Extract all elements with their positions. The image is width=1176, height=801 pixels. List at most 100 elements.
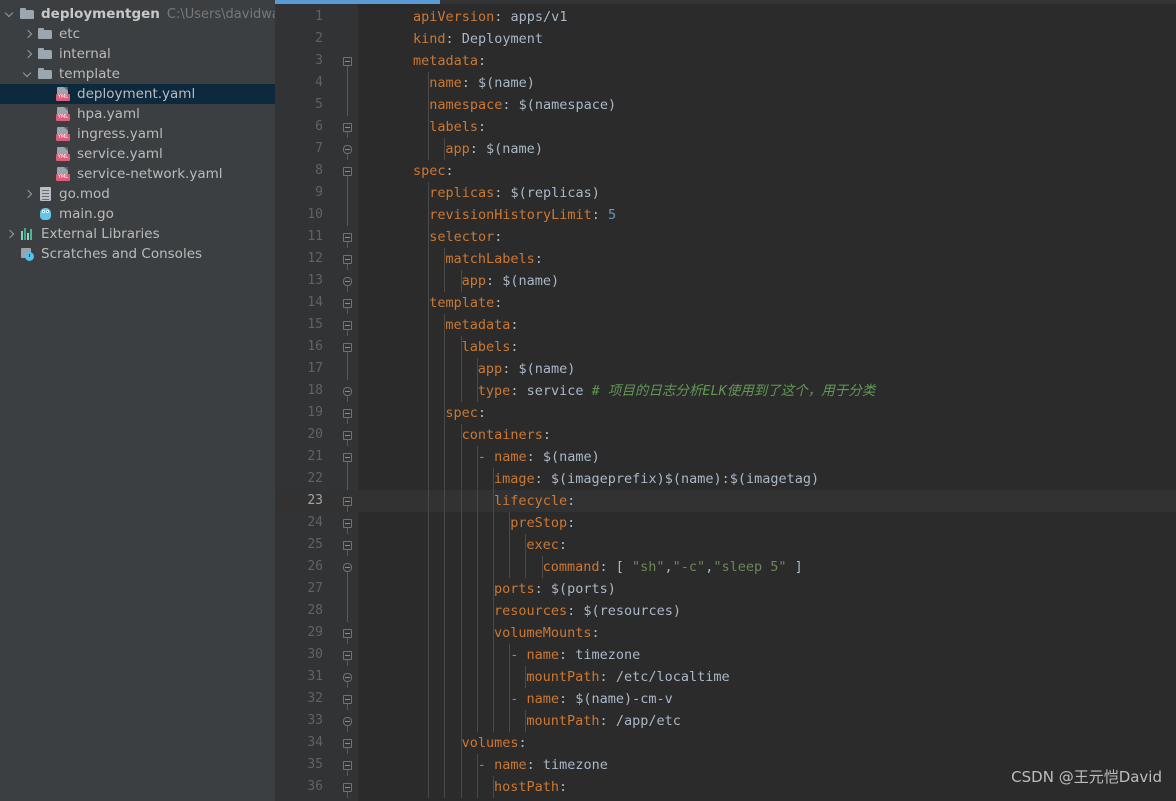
code-text[interactable]: mountPath: /app/etc bbox=[526, 710, 680, 732]
fold-toggle-icon[interactable] bbox=[343, 431, 352, 440]
code-text[interactable]: type: service # 项目的日志分析ELK使用到了这个，用于分类 bbox=[478, 380, 875, 402]
code-text[interactable]: - name: $(name)-cm-v bbox=[510, 688, 673, 710]
fold-toggle-icon[interactable] bbox=[343, 255, 352, 264]
code-text[interactable]: spec: bbox=[413, 160, 454, 182]
code-text[interactable]: - name: timezone bbox=[478, 754, 608, 776]
code-line[interactable]: 10 revisionHistoryLimit: 5 bbox=[275, 204, 1176, 226]
code-text[interactable]: exec: bbox=[526, 534, 567, 556]
fold-toggle-icon[interactable] bbox=[343, 409, 352, 418]
code-text[interactable]: revisionHistoryLimit: 5 bbox=[429, 204, 616, 226]
fold-toggle-icon[interactable] bbox=[343, 57, 352, 66]
fold-toggle-icon[interactable] bbox=[343, 739, 352, 748]
code-line[interactable]: 20 containers: bbox=[275, 424, 1176, 446]
tree-item-ingress-yaml[interactable]: YML ingress.yaml bbox=[0, 124, 275, 144]
tree-item-service-yaml[interactable]: YML service.yaml bbox=[0, 144, 275, 164]
code-line[interactable]: 30 - name: timezone bbox=[275, 644, 1176, 666]
code-line[interactable]: 12 matchLabels: bbox=[275, 248, 1176, 270]
tree-item-etc[interactable]: etc bbox=[0, 24, 275, 44]
code-line[interactable]: 25 exec: bbox=[275, 534, 1176, 556]
code-text[interactable]: labels: bbox=[429, 116, 486, 138]
fold-end-marker[interactable] bbox=[343, 673, 352, 682]
code-text[interactable]: labels: bbox=[462, 336, 519, 358]
fold-toggle-icon[interactable] bbox=[343, 629, 352, 638]
code-text[interactable]: spec: bbox=[445, 402, 486, 424]
code-line[interactable]: 31 mountPath: /etc/localtime bbox=[275, 666, 1176, 688]
fold-end-marker[interactable] bbox=[343, 563, 352, 572]
code-text[interactable]: app: $(name) bbox=[445, 138, 543, 160]
code-text[interactable]: ports: $(ports) bbox=[494, 578, 616, 600]
tree-item-service-network-yaml[interactable]: YML service-network.yaml bbox=[0, 164, 275, 184]
code-line[interactable]: 28 resources: $(resources) bbox=[275, 600, 1176, 622]
code-line[interactable]: 21 - name: $(name) bbox=[275, 446, 1176, 468]
fold-toggle-icon[interactable] bbox=[343, 233, 352, 242]
code-text[interactable]: image: $(imageprefix)$(name):$(imagetag) bbox=[494, 468, 819, 490]
tree-item-internal[interactable]: internal bbox=[0, 44, 275, 64]
fold-toggle-icon[interactable] bbox=[343, 695, 352, 704]
fold-toggle-icon[interactable] bbox=[343, 783, 352, 792]
code-line[interactable]: 11 selector: bbox=[275, 226, 1176, 248]
fold-toggle-icon[interactable] bbox=[343, 321, 352, 330]
code-line[interactable]: 26 command: [ "sh","-c","sleep 5" ] bbox=[275, 556, 1176, 578]
fold-end-marker[interactable] bbox=[343, 277, 352, 286]
fold-end-marker[interactable] bbox=[343, 717, 352, 726]
code-line[interactable]: 14 template: bbox=[275, 292, 1176, 314]
tree-item-deployment-yaml[interactable]: YML deployment.yaml bbox=[0, 84, 275, 104]
code-text[interactable]: metadata: bbox=[445, 314, 518, 336]
fold-toggle-icon[interactable] bbox=[343, 167, 352, 176]
code-text[interactable]: kind: Deployment bbox=[413, 28, 543, 50]
code-line[interactable]: 2 kind: Deployment bbox=[275, 28, 1176, 50]
chevron-down-icon[interactable] bbox=[22, 68, 35, 81]
code-text[interactable]: containers: bbox=[462, 424, 551, 446]
fold-toggle-icon[interactable] bbox=[343, 123, 352, 132]
tree-item-hpa-yaml[interactable]: YML hpa.yaml bbox=[0, 104, 275, 124]
code-text[interactable]: - name: timezone bbox=[510, 644, 640, 666]
code-text[interactable]: volumes: bbox=[462, 732, 527, 754]
chevron-right-icon[interactable] bbox=[22, 28, 35, 41]
tree-item-go-mod[interactable]: go.mod bbox=[0, 184, 275, 204]
code-line[interactable]: 22 image: $(imageprefix)$(name):$(imageta… bbox=[275, 468, 1176, 490]
code-text[interactable]: app: $(name) bbox=[462, 270, 560, 292]
code-text[interactable]: command: [ "sh","-c","sleep 5" ] bbox=[543, 556, 803, 578]
tree-item-scratches-and-consoles[interactable]: Scratches and Consoles bbox=[0, 244, 275, 264]
code-text[interactable]: matchLabels: bbox=[445, 248, 543, 270]
code-text[interactable]: - name: $(name) bbox=[478, 446, 600, 468]
code-line[interactable]: 29 volumeMounts: bbox=[275, 622, 1176, 644]
fold-toggle-icon[interactable] bbox=[343, 761, 352, 770]
code-line[interactable]: 4 name: $(name) bbox=[275, 72, 1176, 94]
code-text[interactable]: hostPath: bbox=[494, 776, 567, 798]
code-line[interactable]: 7 app: $(name) bbox=[275, 138, 1176, 160]
chevron-right-icon[interactable] bbox=[22, 188, 35, 201]
code-text[interactable]: apiVersion: apps/v1 bbox=[413, 6, 567, 28]
fold-toggle-icon[interactable] bbox=[343, 541, 352, 550]
code-text[interactable]: selector: bbox=[429, 226, 502, 248]
fold-toggle-icon[interactable] bbox=[343, 651, 352, 660]
code-text[interactable]: app: $(name) bbox=[478, 358, 576, 380]
code-line[interactable]: 9 replicas: $(replicas) bbox=[275, 182, 1176, 204]
code-line[interactable]: 24 preStop: bbox=[275, 512, 1176, 534]
chevron-down-icon[interactable] bbox=[4, 8, 17, 21]
code-line[interactable]: 23 lifecycle: bbox=[275, 490, 1176, 512]
fold-toggle-icon[interactable] bbox=[343, 497, 352, 506]
code-text[interactable]: replicas: $(replicas) bbox=[429, 182, 600, 204]
code-line[interactable]: 19 spec: bbox=[275, 402, 1176, 424]
code-line[interactable]: 16 labels: bbox=[275, 336, 1176, 358]
code-line[interactable]: 3 metadata: bbox=[275, 50, 1176, 72]
code-text[interactable]: metadata: bbox=[413, 50, 486, 72]
chevron-right-icon[interactable] bbox=[22, 48, 35, 61]
code-text[interactable]: mountPath: /etc/localtime bbox=[526, 666, 729, 688]
code-line[interactable]: 5 namespace: $(namespace) bbox=[275, 94, 1176, 116]
code-line[interactable]: 18 type: service # 项目的日志分析ELK使用到了这个，用于分类 bbox=[275, 380, 1176, 402]
code-line[interactable]: 13 app: $(name) bbox=[275, 270, 1176, 292]
chevron-right-icon[interactable] bbox=[4, 228, 17, 241]
code-line[interactable]: 34 volumes: bbox=[275, 732, 1176, 754]
code-text[interactable]: volumeMounts: bbox=[494, 622, 600, 644]
fold-end-marker[interactable] bbox=[343, 387, 352, 396]
code-line[interactable]: 27 ports: $(ports) bbox=[275, 578, 1176, 600]
tree-item-external-libraries[interactable]: External Libraries bbox=[0, 224, 275, 244]
code-text[interactable]: name: $(name) bbox=[429, 72, 535, 94]
code-line[interactable]: 17 app: $(name) bbox=[275, 358, 1176, 380]
code-line[interactable]: 6 labels: bbox=[275, 116, 1176, 138]
tree-item-template[interactable]: template bbox=[0, 64, 275, 84]
code-editor[interactable]: 1 apiVersion: apps/v1 2 kind: Deployment 3 me… bbox=[275, 0, 1176, 801]
code-line[interactable]: 32 - name: $(name)-cm-v bbox=[275, 688, 1176, 710]
